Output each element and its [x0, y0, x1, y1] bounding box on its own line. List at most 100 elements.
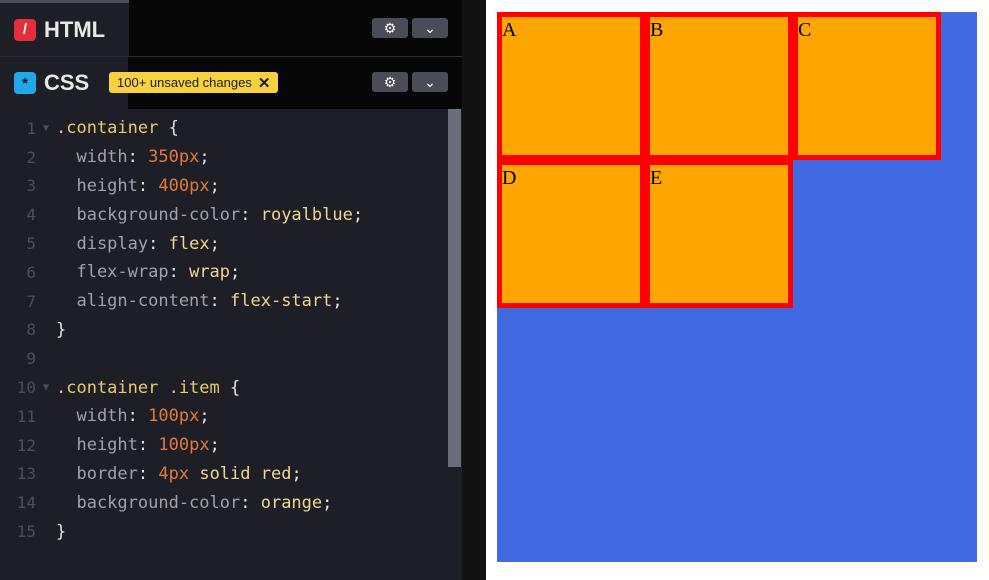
code-line[interactable]: 7 align-content: flex-start; [0, 287, 448, 316]
flex-item: A [497, 12, 645, 160]
css-settings-button[interactable]: ⚙ [372, 72, 408, 92]
line-number: 4 [26, 205, 36, 225]
line-number: 5 [26, 234, 36, 254]
code-line[interactable]: 5 display: flex; [0, 229, 448, 258]
line-number: 3 [26, 176, 36, 196]
code-token: { [219, 377, 241, 398]
code-text: .container { [56, 118, 179, 138]
panel-resizer[interactable] [462, 0, 486, 580]
css-collapse-button[interactable]: ⌄ [412, 72, 448, 92]
code-token: solid red [189, 463, 292, 484]
html-panel-label: HTML [44, 16, 106, 42]
code-line[interactable]: 8} [0, 316, 448, 345]
code-token: : [240, 492, 261, 513]
code-token: flex-wrap [56, 262, 169, 283]
line-number: 15 [16, 522, 36, 542]
unsaved-changes-label: 100+ unsaved changes [117, 75, 252, 90]
html-icon: / [14, 18, 36, 41]
code-line[interactable]: 14 background-color: orange; [0, 488, 448, 517]
code-token: : [240, 204, 261, 225]
code-line[interactable]: 3 height: 400px; [0, 172, 448, 201]
code-token: } [56, 319, 67, 340]
line-number: 14 [16, 493, 36, 513]
code-line[interactable]: 1 ▼ .container { [0, 114, 448, 143]
css-code-area[interactable]: 1 ▼ .container {2 width: 350px; 3 height: 4… [0, 114, 448, 546]
close-icon[interactable]: ✕ [258, 74, 271, 92]
code-token: flex-start [230, 291, 333, 312]
html-collapse-button[interactable]: ⌄ [412, 18, 448, 38]
code-token: flex [168, 233, 210, 254]
code-token: ; [209, 435, 220, 456]
flex-container: ABCDE [497, 12, 977, 562]
code-token: : [148, 233, 169, 254]
editor-scrollbar-thumb[interactable] [448, 109, 461, 467]
code-token: { [158, 118, 179, 139]
line-number: 10 [16, 378, 36, 398]
code-text: height: 100px; [56, 435, 220, 456]
code-text: .container .item { [56, 378, 240, 398]
code-token: } [56, 521, 67, 542]
code-token: ; [322, 492, 333, 513]
code-token: : [168, 262, 190, 283]
code-line[interactable]: 15} [0, 517, 448, 546]
css-icon: * [14, 72, 36, 94]
code-token: royalblue [260, 204, 353, 225]
flex-item: D [497, 160, 645, 308]
line-number: 13 [16, 464, 36, 484]
gear-icon: ⚙ [383, 19, 397, 36]
code-token: background-color [56, 204, 241, 225]
chevron-down-icon: ⌄ [424, 73, 436, 90]
code-token: display [56, 233, 149, 254]
code-token: ; [199, 406, 210, 427]
code-text: width: 100px; [56, 406, 210, 427]
code-token: : [137, 175, 159, 196]
code-line[interactable]: 2 width: 350px; [0, 143, 448, 172]
fold-arrow-icon[interactable]: ▼ [36, 382, 56, 393]
code-text: display: flex; [56, 233, 219, 254]
code-text: } [56, 522, 66, 542]
code-token: orange [260, 492, 323, 513]
flex-item: C [793, 12, 941, 160]
line-number: 9 [26, 349, 36, 369]
code-token: .container .item [56, 377, 220, 398]
code-token: : [127, 406, 149, 427]
line-number: 8 [26, 320, 36, 340]
code-text: } [56, 320, 66, 340]
line-number: 11 [16, 406, 36, 426]
code-token: wrap [189, 262, 231, 283]
line-number: 2 [26, 147, 36, 167]
code-token: : [137, 435, 159, 456]
flex-item: B [645, 12, 793, 160]
code-text: height: 400px; [56, 175, 220, 196]
gear-icon: ⚙ [383, 73, 397, 90]
code-token: : [137, 463, 159, 484]
line-number: 12 [16, 435, 36, 455]
html-settings-button[interactable]: ⚙ [372, 18, 408, 38]
unsaved-changes-badge[interactable]: 100+ unsaved changes ✕ [109, 72, 279, 93]
html-panel-tab[interactable]: / HTML [0, 0, 129, 56]
fold-arrow-icon[interactable]: ▼ [36, 123, 56, 134]
code-line[interactable]: 13 border: 4px solid red; [0, 460, 448, 489]
code-token: 100px [148, 406, 200, 427]
code-token: 4px [158, 463, 190, 484]
preview-pane: ABCDE [486, 0, 989, 580]
code-text: flex-wrap: wrap; [56, 262, 240, 282]
code-token: width [56, 147, 128, 168]
code-line[interactable]: 10 ▼ .container .item { [0, 373, 448, 402]
code-token: height [56, 175, 138, 196]
code-line[interactable]: 6 flex-wrap: wrap; [0, 258, 448, 287]
code-token: height [56, 435, 138, 456]
code-token: ; [209, 175, 220, 196]
code-line[interactable]: 4 background-color: royalblue; [0, 200, 448, 229]
css-panel-header: * CSS 100+ unsaved changes ✕ ⚙ ⌄ [0, 57, 462, 109]
code-text: border: 4px solid red; [56, 463, 301, 484]
code-token: border [56, 463, 138, 484]
chevron-down-icon: ⌄ [424, 19, 436, 36]
code-line[interactable]: 12 height: 100px; [0, 431, 448, 460]
code-token: .container [56, 118, 159, 139]
code-token: 100px [158, 435, 210, 456]
code-token: ; [332, 291, 343, 312]
code-token: 350px [148, 147, 200, 168]
code-line[interactable]: 9 [0, 344, 448, 373]
code-line[interactable]: 11 width: 100px; [0, 402, 448, 431]
